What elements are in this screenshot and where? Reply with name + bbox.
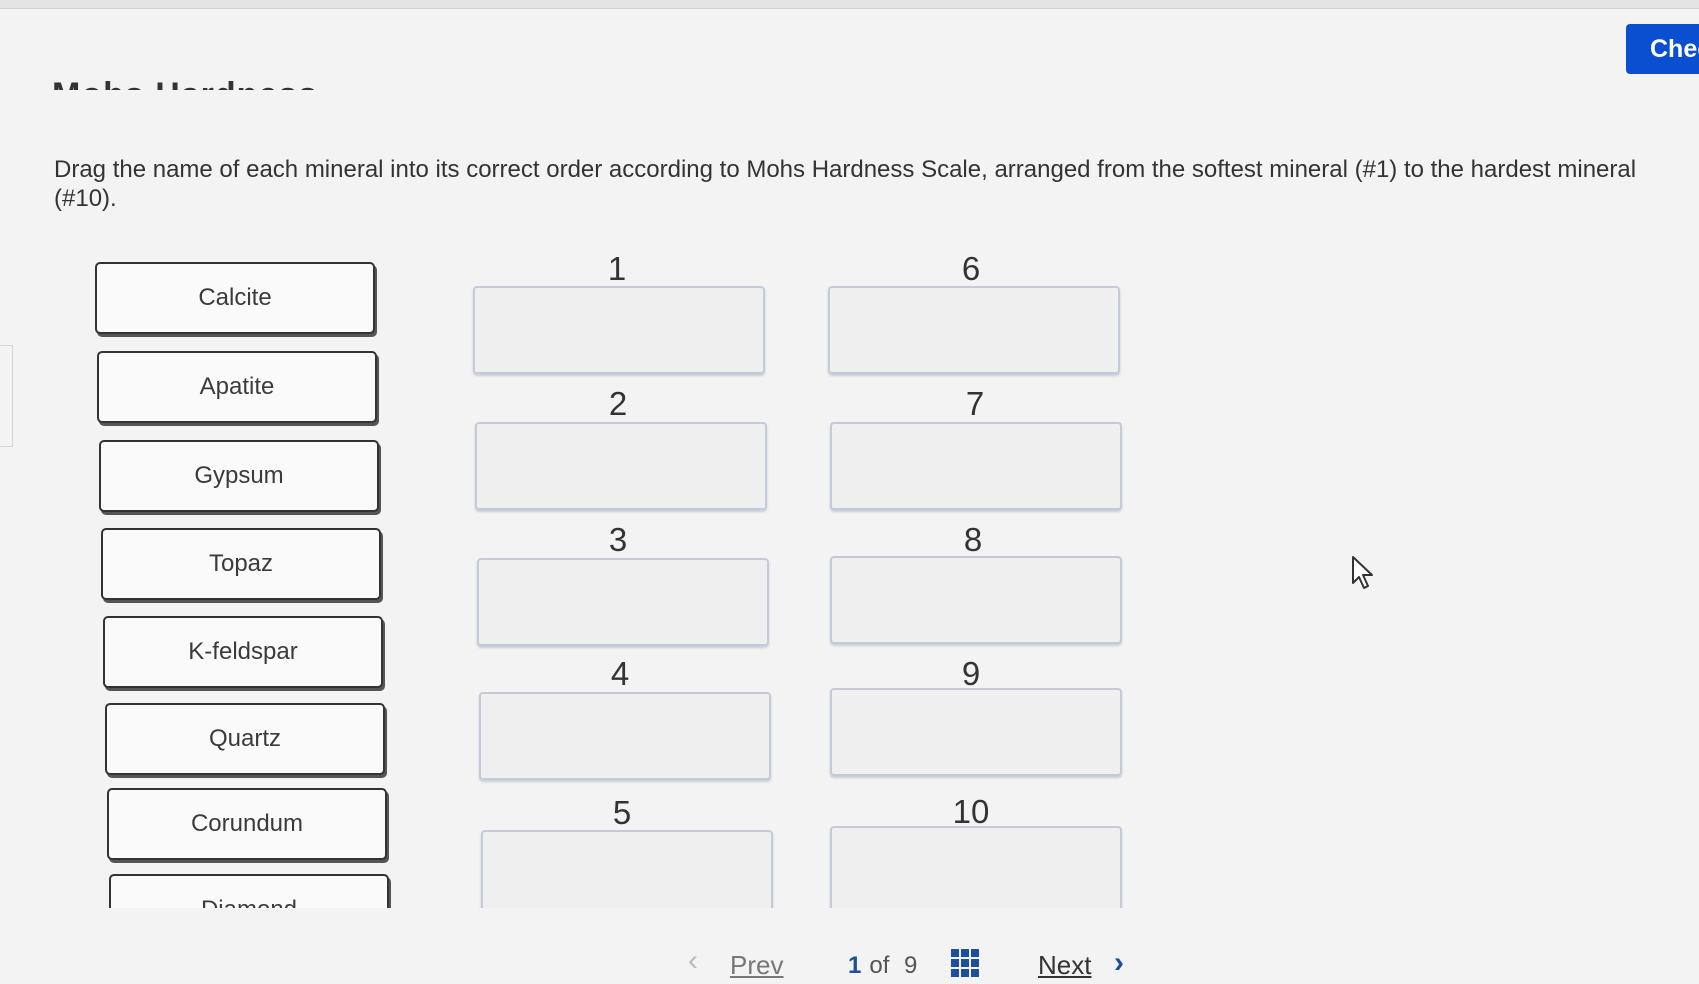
mineral-tile-topaz[interactable]: Topaz xyxy=(101,528,381,600)
content-area: Mohs Hardness Scale Check Drag the name … xyxy=(0,0,1699,908)
mineral-tile-apatite[interactable]: Apatite xyxy=(97,351,377,423)
slot-number-7: 7 xyxy=(965,385,985,422)
mineral-tile-k-feldspar[interactable]: K-feldspar xyxy=(103,616,383,688)
drop-slot-2[interactable] xyxy=(475,422,767,510)
prev-link[interactable]: Prev xyxy=(730,950,783,981)
drop-slot-1[interactable] xyxy=(473,286,765,374)
drop-slot-5[interactable] xyxy=(481,830,773,908)
drop-slot-7[interactable] xyxy=(830,422,1122,510)
mineral-tile-corundum[interactable]: Corundum xyxy=(107,788,387,860)
mineral-tile-gypsum[interactable]: Gypsum xyxy=(99,440,379,512)
mouse-pointer-icon xyxy=(1352,556,1373,589)
slot-number-2: 2 xyxy=(608,385,628,422)
drop-slot-8[interactable] xyxy=(830,556,1122,644)
grid-icon[interactable] xyxy=(950,948,980,978)
check-button[interactable]: Check xyxy=(1626,24,1699,74)
drop-slot-6[interactable] xyxy=(828,286,1120,374)
total-pages: 9 xyxy=(904,952,918,979)
slot-number-3: 3 xyxy=(608,521,628,558)
page-title: Mohs Hardness Scale xyxy=(52,62,392,90)
current-page: 1 xyxy=(848,952,862,979)
pagination-bar: ‹ Prev 1 of 9 Next › xyxy=(0,938,1699,984)
next-link[interactable]: Next xyxy=(1038,950,1091,981)
chevron-left-icon: ‹ xyxy=(688,944,698,977)
mineral-tile-quartz[interactable]: Quartz xyxy=(105,703,385,775)
instructions-text: Drag the name of each mineral into its c… xyxy=(54,156,1637,212)
drop-slot-4[interactable] xyxy=(479,692,771,780)
page-indicator: 1 of 9 xyxy=(848,952,917,980)
mineral-tile-diamond[interactable]: Diamond xyxy=(109,874,389,908)
drop-slot-9[interactable] xyxy=(830,688,1122,776)
slot-number-6: 6 xyxy=(961,250,981,287)
drop-slot-10[interactable] xyxy=(830,826,1122,908)
chevron-right-icon[interactable]: › xyxy=(1114,946,1124,980)
mineral-tile-calcite[interactable]: Calcite xyxy=(95,262,375,334)
slot-number-8: 8 xyxy=(963,521,983,558)
slot-number-1: 1 xyxy=(607,250,627,287)
page-of-label: of xyxy=(869,952,890,979)
drop-slot-3[interactable] xyxy=(477,558,769,646)
slot-number-4: 4 xyxy=(610,655,630,692)
slot-number-5: 5 xyxy=(612,794,632,831)
